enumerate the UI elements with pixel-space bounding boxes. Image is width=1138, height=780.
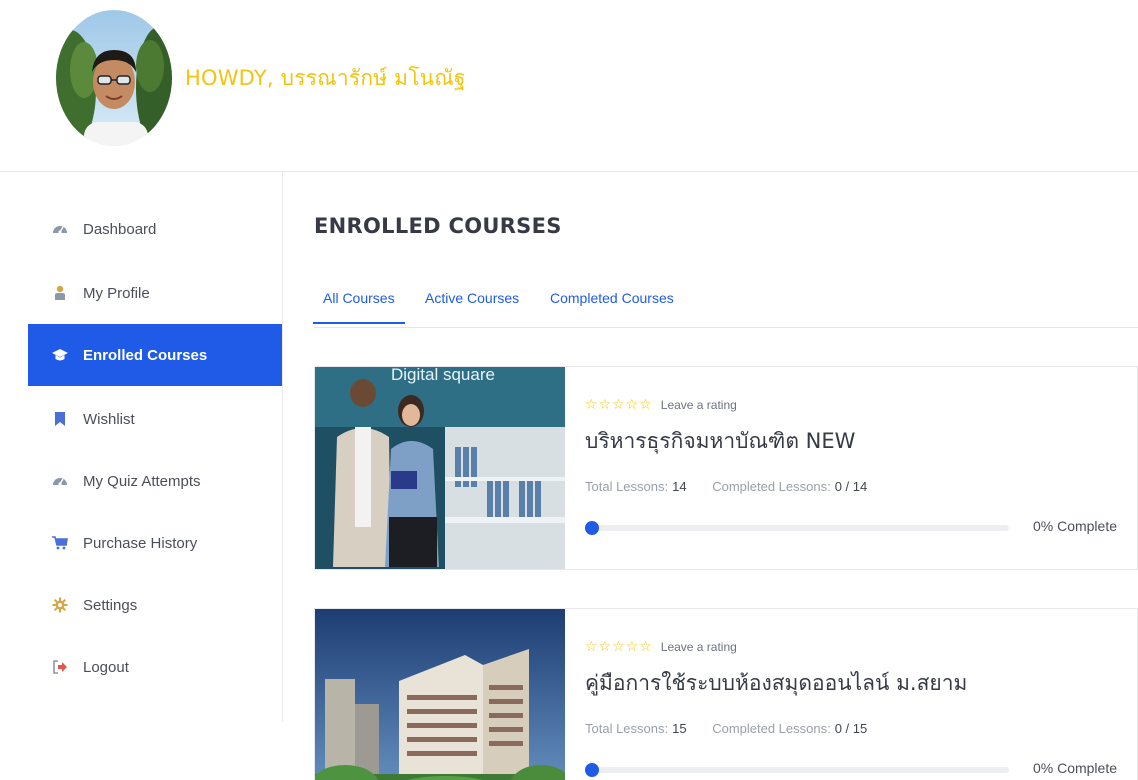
total-lessons-label: Total Lessons:: [585, 721, 669, 736]
sidebar-item-purchase-history[interactable]: Purchase History: [28, 512, 282, 574]
leave-rating-link[interactable]: Leave a rating: [661, 640, 737, 654]
progress-bar: [585, 521, 1009, 535]
course-thumbnail-image: [315, 367, 565, 569]
course-meta: Total Lessons: 14 Completed Lessons: 0 / 1…: [585, 479, 889, 494]
total-lessons-value: 15: [672, 721, 687, 736]
tab-completed-courses[interactable]: Completed Courses: [550, 290, 674, 306]
course-thumbnail-image: [315, 609, 565, 780]
star-rating-icon[interactable]: ☆☆☆☆☆: [585, 397, 653, 413]
course-rating[interactable]: ☆☆☆☆☆ Leave a rating: [585, 639, 737, 655]
course-title[interactable]: บริหารธุรกิจมหาบัณฑิต NEW: [585, 425, 855, 458]
cart-icon: [52, 535, 68, 551]
completed-lessons-label: Completed Lessons:: [712, 721, 831, 736]
progress-bar: [585, 763, 1009, 777]
course-card[interactable]: Digital square ☆☆☆☆☆ Leave a rating บริห…: [314, 366, 1138, 570]
gear-icon: [52, 597, 68, 613]
sidebar-item-label: Logout: [83, 658, 129, 676]
course-body: ☆☆☆☆☆ Leave a rating บริหารธุรกิจมหาบัณฑ…: [585, 367, 1137, 569]
sidebar-item-label: My Quiz Attempts: [83, 472, 201, 490]
sidebar-nav: Dashboard My Profile Enrolled Courses Wi…: [28, 172, 283, 722]
progress-indicator: [585, 521, 599, 535]
leave-rating-link[interactable]: Leave a rating: [661, 398, 737, 412]
completed-lessons-label: Completed Lessons:: [712, 479, 831, 494]
tab-active-courses[interactable]: Active Courses: [425, 290, 519, 306]
progress-indicator: [585, 763, 599, 777]
dashboard-icon: [52, 473, 68, 489]
bookmark-icon: [52, 411, 68, 427]
sidebar-item-settings[interactable]: Settings: [28, 574, 282, 636]
user-icon: [52, 285, 68, 301]
avatar-photo: [56, 10, 172, 146]
avatar[interactable]: [56, 10, 172, 146]
sidebar-item-label: My Profile: [83, 284, 150, 302]
sidebar-item-enrolled-courses[interactable]: Enrolled Courses: [28, 324, 282, 386]
total-lessons-value: 14: [672, 479, 687, 494]
course-tabs: All Courses Active Courses Completed Cou…: [313, 272, 1138, 328]
sidebar-item-label: Purchase History: [83, 534, 198, 552]
total-lessons-label: Total Lessons:: [585, 479, 669, 494]
sidebar-item-my-profile[interactable]: My Profile: [28, 262, 282, 324]
course-thumbnail[interactable]: Digital square: [315, 367, 565, 569]
completed-lessons-value: 0 / 15: [834, 721, 868, 736]
sidebar-item-label: Settings: [83, 596, 138, 614]
sidebar-item-logout[interactable]: Logout: [28, 636, 282, 698]
greeting-text: HOWDY, บรรณารักษ์ มโนณัฐ: [185, 66, 466, 90]
sidebar-item-dashboard[interactable]: Dashboard: [28, 198, 282, 260]
course-body: ☆☆☆☆☆ Leave a rating คู่มือการใช้ระบบห้อ…: [585, 609, 1137, 780]
course-card[interactable]: ☆☆☆☆☆ Leave a rating คู่มือการใช้ระบบห้อ…: [314, 608, 1138, 780]
sidebar-item-my-quiz-attempts[interactable]: My Quiz Attempts: [28, 450, 282, 512]
course-rating[interactable]: ☆☆☆☆☆ Leave a rating: [585, 397, 737, 413]
course-title[interactable]: คู่มือการใช้ระบบห้องสมุดออนไลน์ ม.สยาม: [585, 667, 967, 700]
tab-all-courses[interactable]: All Courses: [313, 290, 405, 324]
progress-label: 0% Complete: [1032, 760, 1117, 776]
sidebar-item-wishlist[interactable]: Wishlist: [28, 388, 282, 450]
logout-icon: [52, 659, 68, 675]
page-title: ENROLLED COURSES: [314, 214, 562, 238]
course-meta: Total Lessons: 15 Completed Lessons: 0 / 1…: [585, 721, 889, 736]
star-rating-icon[interactable]: ☆☆☆☆☆: [585, 639, 653, 655]
completed-lessons-value: 0 / 14: [834, 479, 868, 494]
thumbnail-caption: Digital square: [391, 367, 495, 384]
progress-label: 0% Complete: [1032, 518, 1117, 534]
profile-header: HOWDY, บรรณารักษ์ มโนณัฐ: [0, 0, 1138, 172]
sidebar-item-label: Enrolled Courses: [83, 346, 208, 364]
dashboard-icon: [52, 221, 68, 237]
sidebar-item-label: Wishlist: [83, 410, 135, 428]
graduation-cap-icon: [52, 347, 68, 363]
course-thumbnail[interactable]: [315, 609, 565, 780]
sidebar-item-label: Dashboard: [83, 220, 157, 238]
